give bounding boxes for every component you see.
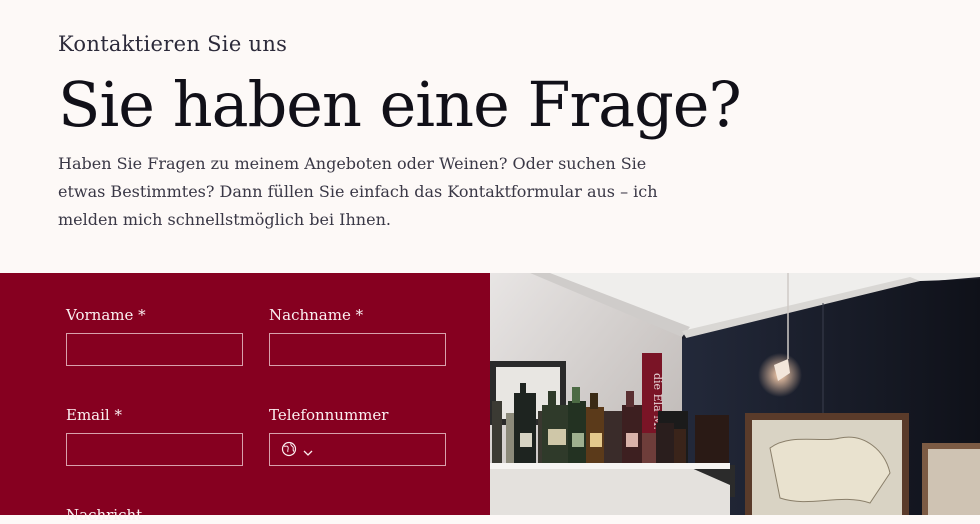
wine-shop-photo: die Ela M. Roh: [490, 273, 980, 515]
globe-icon: [281, 441, 297, 461]
last-name-input[interactable]: [269, 333, 446, 366]
last-name-label: Nachname *: [269, 306, 364, 324]
first-name-input[interactable]: [66, 333, 243, 366]
section-eyebrow: Kontaktieren Sie uns: [58, 32, 288, 56]
phone-label: Telefonnummer: [269, 406, 389, 424]
email-input[interactable]: [66, 433, 243, 466]
country-code-dropdown[interactable]: [281, 441, 313, 461]
chevron-down-icon: [303, 442, 313, 461]
first-name-label: Vorname *: [66, 306, 146, 324]
contact-form: Vorname * Nachname * Email * Telefonnumm…: [0, 273, 490, 524]
message-label: Nachricht: [66, 506, 143, 524]
page-headline: Sie haben eine Frage?: [58, 68, 742, 141]
intro-paragraph: Haben Sie Fragen zu meinem Angeboten ode…: [58, 154, 658, 229]
shop-interior-image: die Ela M. Roh: [490, 273, 980, 515]
email-label: Email *: [66, 406, 122, 424]
phone-input[interactable]: [269, 433, 446, 466]
